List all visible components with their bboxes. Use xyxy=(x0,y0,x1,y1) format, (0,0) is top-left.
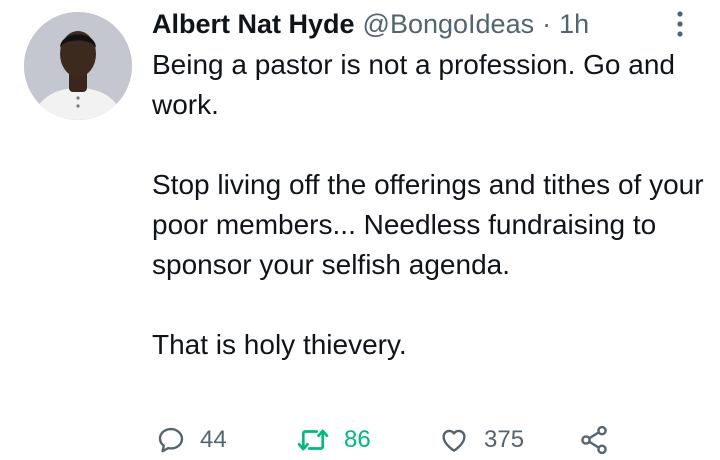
profile-photo xyxy=(24,12,132,120)
vertical-dots-icon xyxy=(677,11,683,37)
display-name[interactable]: Albert Nat Hyde xyxy=(152,5,355,43)
speech-bubble-icon xyxy=(158,427,184,453)
username-handle[interactable]: @BongoIdeas xyxy=(363,5,535,43)
share-nodes-icon xyxy=(581,425,607,455)
separator-dot: · xyxy=(542,9,552,39)
retweet-button[interactable]: 86 xyxy=(296,420,371,460)
tweet-text: Being a pastor is not a profession. Go a… xyxy=(152,45,712,365)
reply-button[interactable]: 44 xyxy=(156,420,227,460)
retweet-arrows-icon xyxy=(297,429,329,451)
share-button[interactable] xyxy=(578,420,610,460)
tweet[interactable]: Albert Nat Hyde @BongoIdeas · 1h Being a… xyxy=(0,0,720,455)
like-count: 375 xyxy=(484,426,525,453)
action-bar: 44 86 375 xyxy=(0,420,720,460)
tweet-paragraph-2: Stop living off the offerings and tithes… xyxy=(152,169,704,280)
heart-icon xyxy=(442,429,466,452)
like-button[interactable]: 375 xyxy=(438,420,524,460)
tweet-header: Albert Nat Hyde @BongoIdeas · 1h xyxy=(152,5,589,43)
avatar[interactable] xyxy=(24,12,132,120)
tweet-paragraph-1: Being a pastor is not a profession. Go a… xyxy=(152,49,675,120)
retweet-count: 86 xyxy=(344,426,371,453)
timestamp[interactable]: 1h xyxy=(559,5,589,43)
reply-count: 44 xyxy=(200,426,227,453)
tweet-paragraph-3: That is holy thievery. xyxy=(152,329,407,360)
more-options-button[interactable] xyxy=(668,8,692,40)
